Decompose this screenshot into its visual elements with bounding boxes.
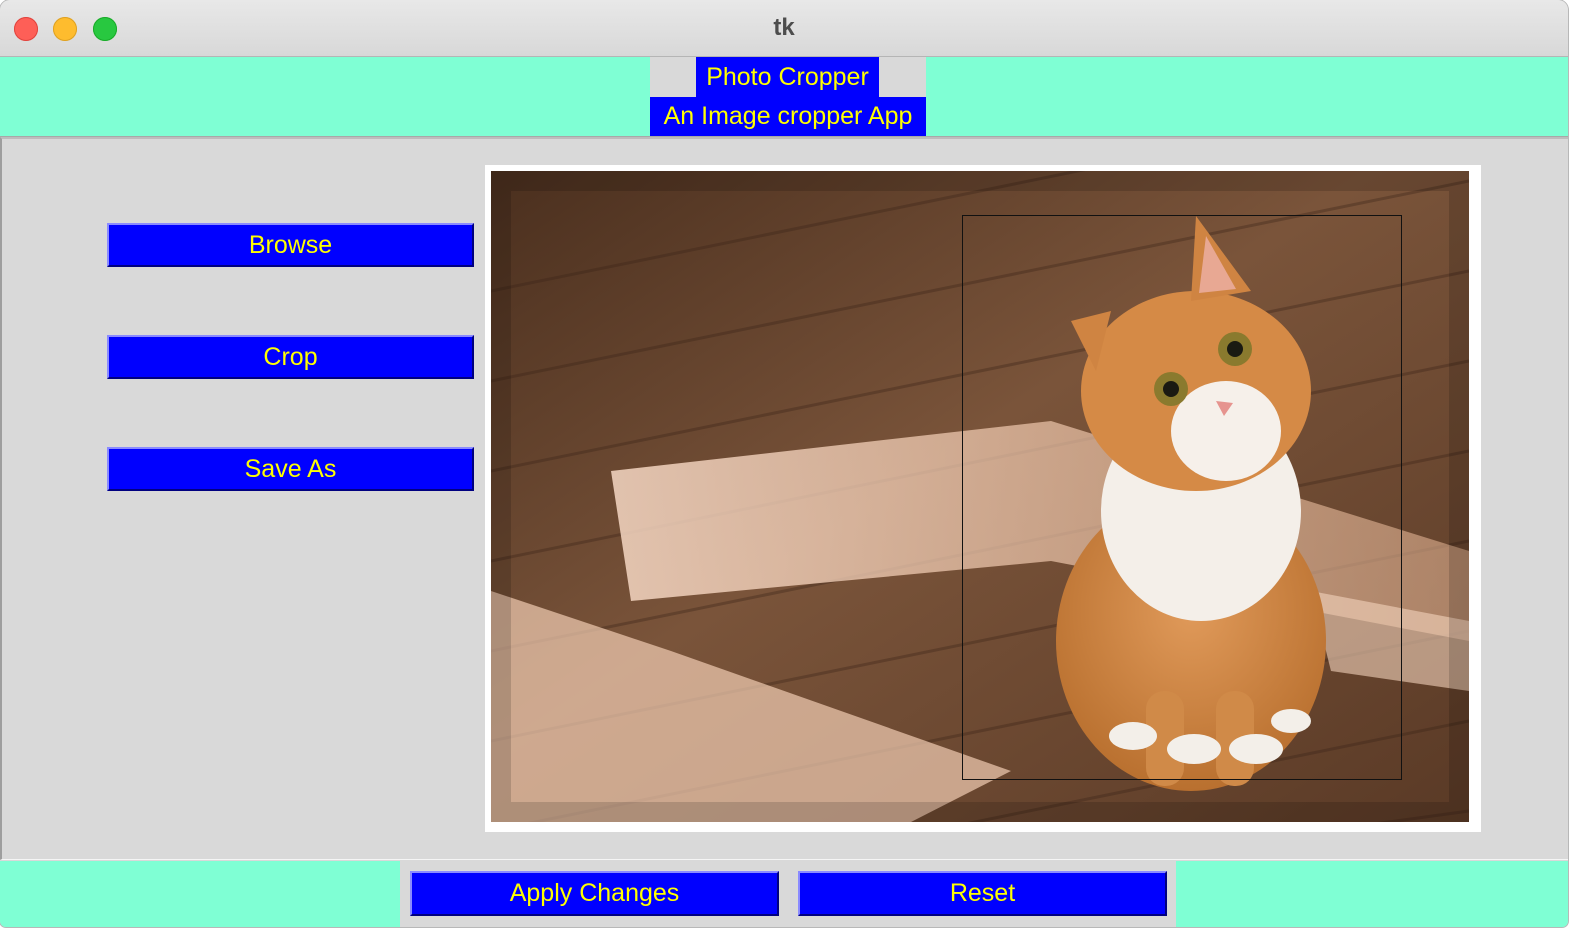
app-subtitle: An Image cropper App <box>650 97 926 136</box>
footer-button-group: Apply Changes Reset <box>400 861 1176 927</box>
image-canvas[interactable] <box>485 165 1481 832</box>
header-band: Photo Cropper An Image cropper App <box>0 57 1568 137</box>
crop-button[interactable]: Crop <box>107 335 474 379</box>
browse-button[interactable]: Browse <box>107 223 474 267</box>
photo-image <box>491 171 1469 822</box>
reset-button[interactable]: Reset <box>798 871 1167 916</box>
app-window: tk Photo Cropper An Image cropper App Br… <box>0 0 1568 927</box>
window-title: tk <box>773 14 795 41</box>
footer-band: Apply Changes Reset <box>0 861 1568 927</box>
title-bar[interactable]: tk <box>0 0 1568 57</box>
main-area: Browse Crop Save As <box>0 137 1568 860</box>
apply-changes-button[interactable]: Apply Changes <box>410 871 779 916</box>
header-label-group: Photo Cropper An Image cropper App <box>650 57 926 136</box>
app-title: Photo Cropper <box>696 57 879 97</box>
save-as-button[interactable]: Save As <box>107 447 474 491</box>
crop-selection-rectangle[interactable] <box>962 215 1402 780</box>
